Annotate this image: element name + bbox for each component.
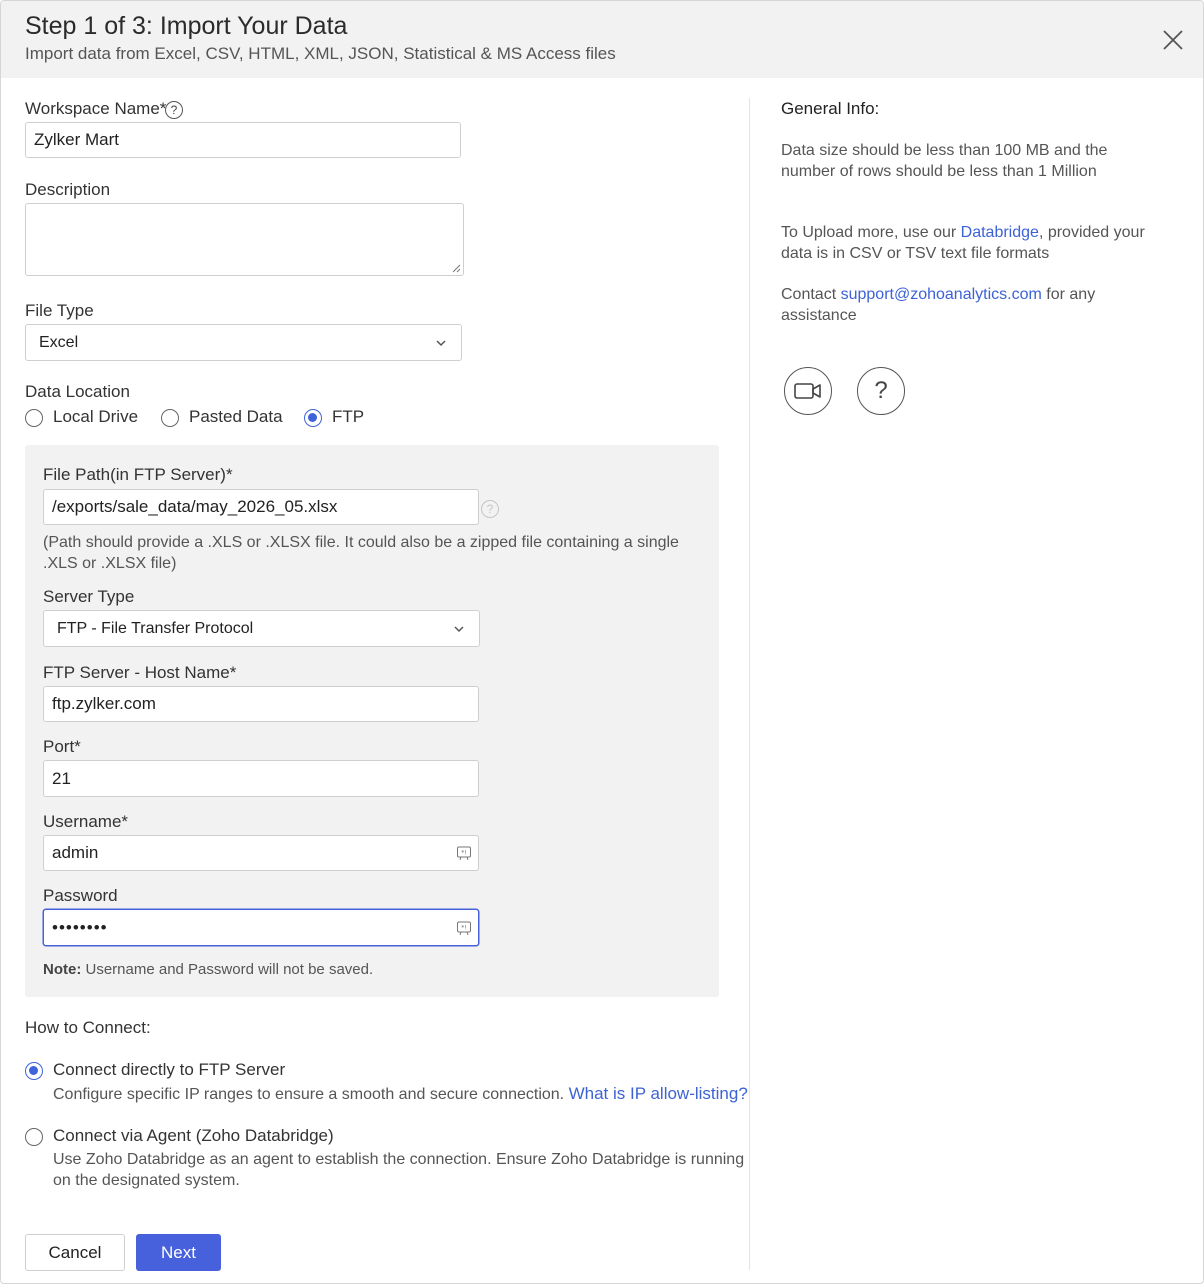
help-button[interactable]: ?: [857, 367, 905, 415]
server-type-select[interactable]: FTP - File Transfer Protocol: [43, 610, 480, 647]
workspace-help-icon[interactable]: ?: [165, 101, 183, 119]
data-location-label: Data Location: [25, 382, 130, 401]
file-type-select[interactable]: Excel: [25, 324, 462, 361]
radio-ftp-label[interactable]: FTP: [332, 407, 364, 427]
svg-text:*!: *!: [461, 850, 466, 857]
autofill-key-icon[interactable]: *!: [456, 845, 472, 861]
support-email-link[interactable]: support@zohoanalytics.com: [841, 286, 1042, 303]
server-type-value: FTP - File Transfer Protocol: [57, 619, 254, 637]
contact-pre-text: Contact: [781, 286, 841, 303]
radio-local-drive[interactable]: [25, 409, 43, 427]
upload-info-line-1: To Upload more, use our Databridge, prov…: [781, 222, 1145, 243]
host-name-label: FTP Server - Host Name*: [43, 663, 237, 682]
databridge-link[interactable]: Databridge: [961, 224, 1039, 241]
username-input[interactable]: admin *!: [43, 835, 479, 871]
size-limit-line-2: number of rows should be less than 1 Mil…: [781, 163, 1097, 180]
upload-pre-text: To Upload more, use our: [781, 224, 961, 241]
contact-post-text: for any: [1041, 286, 1096, 303]
file-path-help-icon[interactable]: ?: [481, 500, 499, 518]
upload-info-line-2: data is in CSV or TSV text file formats: [781, 245, 1050, 262]
chevron-down-icon: [436, 339, 446, 346]
column-divider: [749, 98, 750, 1270]
workspace-name-label: Workspace Name*: [25, 99, 167, 118]
note-text: Username and Password will not be saved.: [81, 961, 374, 978]
ip-allow-listing-link[interactable]: What is IP allow-listing?: [569, 1084, 748, 1103]
connect-agent-desc-line-1: Use Zoho Databridge as an agent to estab…: [53, 1151, 745, 1168]
password-input[interactable]: •••••••• *!: [43, 909, 479, 946]
file-path-hint-line-2: .XLS or .XLSX file): [43, 555, 177, 572]
connect-direct-desc: Configure specific IP ranges to ensure a…: [53, 1083, 748, 1105]
contact-info-line-2: assistance: [781, 307, 857, 324]
port-input[interactable]: 21: [43, 760, 479, 797]
radio-connect-agent[interactable]: [25, 1128, 43, 1146]
general-info-title: General Info:: [781, 99, 880, 118]
radio-pasted-data-label[interactable]: Pasted Data: [189, 407, 283, 427]
resize-grip-icon[interactable]: [451, 263, 461, 273]
how-to-connect-label: How to Connect:: [25, 1018, 151, 1037]
credentials-note: Note: Username and Password will not be …: [43, 959, 373, 980]
server-type-label: Server Type: [43, 587, 135, 606]
radio-ftp[interactable]: [304, 409, 322, 427]
autofill-key-icon[interactable]: *!: [456, 920, 472, 936]
file-type-value: Excel: [39, 333, 79, 351]
video-icon: [794, 383, 821, 399]
file-path-input[interactable]: /exports/sale_data/may_2026_05.xlsx: [43, 489, 479, 525]
password-label: Password: [43, 886, 118, 905]
next-button[interactable]: Next: [136, 1234, 221, 1271]
page-subtitle: Import data from Excel, CSV, HTML, XML, …: [25, 44, 616, 63]
description-label: Description: [25, 180, 111, 199]
host-name-input[interactable]: ftp.zylker.com: [43, 686, 479, 722]
radio-pasted-data[interactable]: [161, 409, 179, 427]
file-path-label: File Path(in FTP Server)*: [43, 465, 233, 484]
radio-connect-direct[interactable]: [25, 1062, 43, 1080]
password-value: ••••••••: [52, 917, 108, 937]
port-label: Port*: [43, 737, 81, 756]
connect-direct-desc-text: Configure specific IP ranges to ensure a…: [53, 1086, 565, 1103]
file-type-label: File Type: [25, 301, 94, 320]
upload-post-text: , provided your: [1038, 224, 1145, 241]
video-tutorial-button[interactable]: [784, 367, 832, 415]
cancel-button[interactable]: Cancel: [25, 1234, 125, 1271]
username-label: Username*: [43, 812, 129, 831]
svg-text:*!: *!: [461, 924, 466, 931]
note-bold: Note:: [43, 961, 82, 978]
dialog-header: Step 1 of 3: Import Your Data Import dat…: [1, 1, 1203, 78]
username-value: admin: [52, 843, 99, 862]
connect-agent-label[interactable]: Connect via Agent (Zoho Databridge): [53, 1126, 334, 1146]
description-textarea[interactable]: [25, 203, 464, 276]
radio-local-drive-label[interactable]: Local Drive: [53, 407, 138, 427]
close-icon[interactable]: [1161, 28, 1185, 52]
connect-agent-desc-line-2: on the designated system.: [53, 1172, 240, 1189]
import-dialog: Step 1 of 3: Import Your Data Import dat…: [0, 0, 1204, 1284]
workspace-name-input[interactable]: Zylker Mart: [25, 122, 461, 158]
size-limit-line-1: Data size should be less than 100 MB and…: [781, 142, 1108, 159]
help-icon: ?: [874, 377, 888, 404]
chevron-down-icon: [454, 625, 464, 632]
connect-direct-label[interactable]: Connect directly to FTP Server: [53, 1060, 285, 1080]
file-path-hint-line-1: (Path should provide a .XLS or .XLSX fil…: [43, 534, 679, 551]
contact-info-line-1: Contact support@zohoanalytics.com for an…: [781, 284, 1095, 305]
page-title: Step 1 of 3: Import Your Data: [25, 12, 348, 40]
